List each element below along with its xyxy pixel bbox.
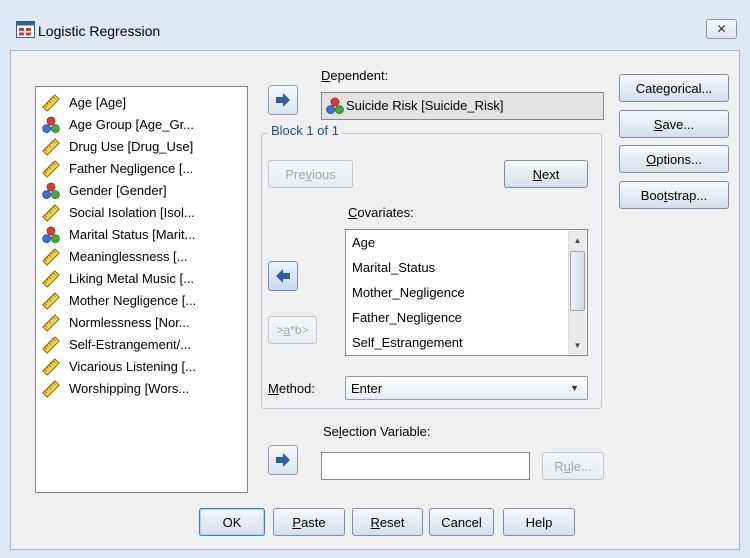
vertical-scrollbar[interactable]: ▲ ▼ xyxy=(568,231,586,354)
bootstrap-button[interactable]: Boo t strap... xyxy=(619,181,729,209)
scale-ruler-icon xyxy=(42,138,60,156)
next-button[interactable]: Next xyxy=(504,160,588,188)
method-label: Method: xyxy=(268,381,315,396)
variable-label: Normlessness [Nor... xyxy=(69,315,190,330)
move-to-selection-button[interactable] xyxy=(268,445,298,475)
variable-label: Age Group [Age_Gr... xyxy=(69,117,195,132)
close-icon: ✕ xyxy=(716,22,727,36)
scroll-up-icon[interactable]: ▲ xyxy=(570,232,585,248)
variable-label: Mother Negligence [... xyxy=(69,293,197,308)
scale-ruler-icon xyxy=(42,380,60,398)
covariates-list[interactable]: Age Marital_Status Mother_Negligence Fat… xyxy=(345,229,588,356)
list-item[interactable]: Father_Negligence xyxy=(352,306,462,330)
selection-variable-field[interactable] xyxy=(321,452,530,480)
list-item[interactable]: Mother_Negligence xyxy=(352,281,465,305)
spss-app-icon xyxy=(16,21,35,38)
scale-ruler-icon xyxy=(42,336,60,354)
arrow-right-icon xyxy=(275,453,291,467)
variable-label: Vicarious Listening [... xyxy=(69,359,196,374)
variable-label: Self-Estrangement/... xyxy=(69,337,192,352)
scale-ruler-icon xyxy=(42,248,60,266)
previous-button[interactable]: Pre v ious xyxy=(268,160,353,188)
variable-label: Gender [Gender] xyxy=(69,183,167,198)
paste-button[interactable]: Paste xyxy=(273,508,345,536)
source-variable-list[interactable]: Age [Age] Age Group [Age_Gr... Drug Use [D… xyxy=(35,86,248,493)
categorical-button[interactable]: Cate g orical... xyxy=(619,74,729,102)
options-button[interactable]: Options... xyxy=(619,145,729,173)
scroll-down-icon[interactable]: ▼ xyxy=(570,337,585,353)
scale-ruler-icon xyxy=(42,270,60,288)
variable-label: Worshipping [Wors... xyxy=(69,381,190,396)
help-button[interactable]: Help xyxy=(503,508,575,536)
nominal-balls-icon xyxy=(42,226,60,244)
save-button[interactable]: Save... xyxy=(619,110,729,138)
scroll-thumb[interactable] xyxy=(570,251,585,311)
close-button[interactable]: ✕ xyxy=(706,19,737,39)
variable-label: Marital Status [Marit... xyxy=(69,227,196,242)
variable-label: Age [Age] xyxy=(69,95,127,110)
nominal-balls-icon xyxy=(326,97,344,115)
chevron-down-icon: ▼ xyxy=(570,383,579,393)
variable-label: Liking Metal Music [... xyxy=(69,271,194,286)
method-value: Enter xyxy=(351,381,383,396)
variable-label: Drug Use [Drug_Use] xyxy=(69,139,194,154)
scale-ruler-icon xyxy=(42,94,60,112)
variable-label: Social Isolation [Isol... xyxy=(69,205,195,220)
scale-ruler-icon xyxy=(42,292,60,310)
variable-label: Meaninglessness [... xyxy=(69,249,188,264)
list-item[interactable]: Marital_Status xyxy=(352,256,435,280)
window-title: Logistic Regression xyxy=(38,23,161,39)
nominal-balls-icon xyxy=(42,116,60,134)
reset-button[interactable]: Reset xyxy=(352,508,423,536)
dependent-value: Suicide Risk [Suicide_Risk] xyxy=(346,98,504,113)
list-item[interactable]: Age xyxy=(352,231,375,255)
selection-variable-label: Selection Variable: xyxy=(323,424,431,439)
arrow-left-icon xyxy=(275,269,291,283)
move-to-covariates-button[interactable] xyxy=(268,261,298,291)
rule-button[interactable]: Ru le... xyxy=(542,452,604,480)
scale-ruler-icon xyxy=(42,358,60,376)
method-dropdown[interactable]: Enter ▼ xyxy=(345,376,588,400)
interaction-button[interactable]: > a *b> xyxy=(268,316,317,344)
ok-button[interactable]: OK xyxy=(199,508,265,536)
dependent-field[interactable]: Suicide Risk [Suicide_Risk] xyxy=(321,92,604,120)
arrow-right-icon xyxy=(275,93,291,107)
variable-label: Father Negligence [... xyxy=(69,161,194,176)
move-to-dependent-button[interactable] xyxy=(268,85,298,115)
list-item[interactable]: Self_Estrangement xyxy=(352,331,463,355)
scale-ruler-icon xyxy=(42,160,60,178)
scale-ruler-icon xyxy=(42,314,60,332)
nominal-balls-icon xyxy=(42,182,60,200)
cancel-button[interactable]: Cancel xyxy=(429,508,494,536)
scale-ruler-icon xyxy=(42,204,60,222)
block-label: Block 1 of 1 xyxy=(268,123,342,138)
dependent-label: Dependent: xyxy=(321,68,389,83)
covariates-label: Covariates: xyxy=(348,205,414,220)
